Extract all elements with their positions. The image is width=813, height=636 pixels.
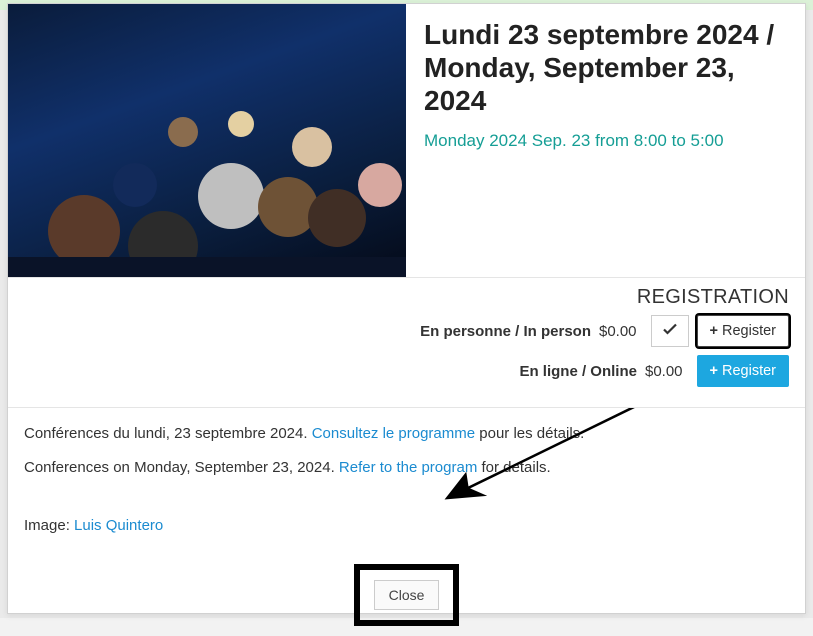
description-text-en: Conferences on Monday, September 23, 202…: [24, 459, 339, 476]
event-modal: Lundi 23 septembre 2024 / Monday, Septem…: [7, 3, 806, 614]
program-link-en[interactable]: Refer to the program: [339, 459, 477, 476]
registration-option-in-person: En personne / In person $0.00 + Register: [24, 315, 789, 347]
registration-option-price: $0.00: [599, 323, 637, 340]
image-credit-link[interactable]: Luis Quintero: [74, 517, 163, 534]
event-photo: [8, 4, 406, 277]
plus-icon: +: [710, 323, 718, 339]
register-button-online[interactable]: + Register: [697, 355, 789, 387]
registration-option-label: En ligne / Online: [519, 363, 637, 380]
plus-icon: +: [710, 363, 718, 379]
register-button-in-person[interactable]: + Register: [697, 315, 789, 347]
close-button[interactable]: Close: [374, 580, 440, 610]
registration-option-label: En personne / In person: [420, 323, 591, 340]
close-button-highlight: Close: [354, 564, 459, 626]
registration-section: REGISTRATION En personne / In person $0.…: [8, 278, 805, 408]
register-button-label: Register: [722, 323, 776, 339]
event-title: Lundi 23 septembre 2024 / Monday, Septem…: [424, 18, 787, 117]
registration-heading: REGISTRATION: [24, 286, 789, 309]
selected-indicator: [651, 315, 689, 347]
event-description: Conférences du lundi, 23 septembre 2024.…: [8, 408, 805, 558]
register-button-label: Register: [722, 363, 776, 379]
registration-option-price: $0.00: [645, 363, 683, 380]
modal-footer: Close: [8, 558, 805, 636]
modal-header: Lundi 23 septembre 2024 / Monday, Septem…: [8, 4, 805, 278]
image-credit-label: Image:: [24, 517, 74, 534]
check-icon: [662, 321, 678, 342]
description-text-fr: Conférences du lundi, 23 septembre 2024.: [24, 425, 312, 442]
program-link-fr[interactable]: Consultez le programme: [312, 425, 475, 442]
event-datetime: Monday 2024 Sep. 23 from 8:00 to 5:00: [424, 129, 787, 153]
registration-option-online: En ligne / Online $0.00 + Register: [24, 355, 789, 387]
